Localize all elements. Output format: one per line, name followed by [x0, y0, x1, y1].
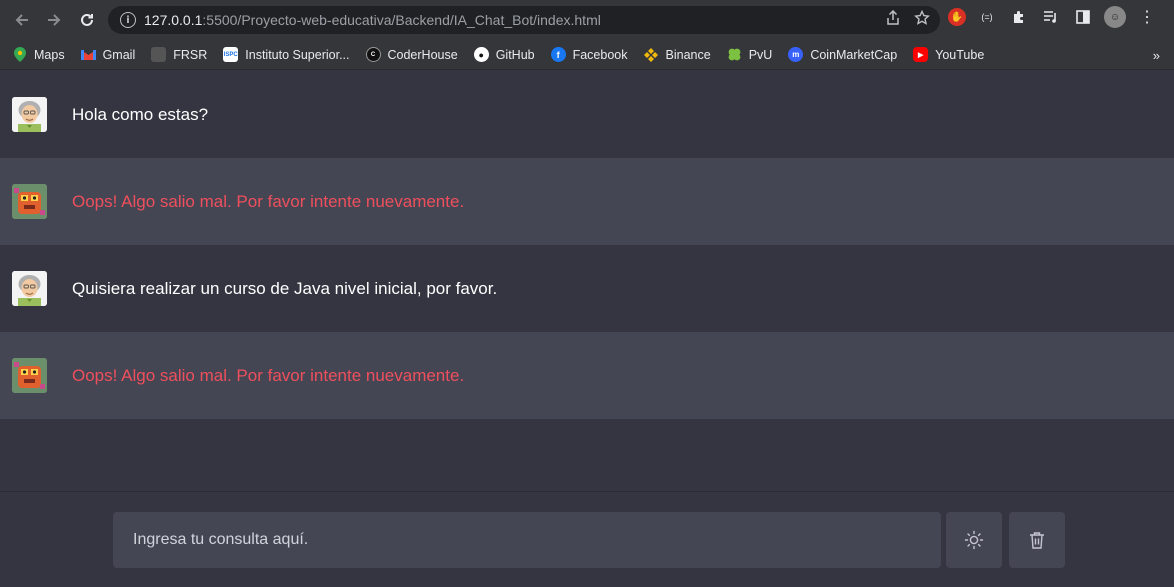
user-avatar — [12, 271, 47, 306]
bookmark-gmail[interactable]: Gmail — [80, 47, 136, 62]
bookmark-frsr[interactable]: FRSR — [151, 47, 207, 62]
bookmark-label: Facebook — [572, 47, 628, 62]
playlist-icon — [1044, 11, 1056, 23]
reload-icon — [81, 13, 93, 26]
menu-dots-icon[interactable]: ⋮ — [1136, 6, 1158, 28]
sun-icon — [964, 530, 984, 550]
bookmark-instituto[interactable]: ISPC Instituto Superior... — [223, 47, 350, 62]
profile-avatar-icon[interactable]: ☺ — [1104, 6, 1126, 28]
github-icon: ● — [473, 47, 489, 62]
maps-icon — [12, 47, 27, 62]
bot-avatar — [12, 358, 47, 393]
bot-avatar — [12, 184, 47, 219]
composer-bar — [0, 491, 1174, 587]
arrow-right-icon — [48, 14, 61, 26]
error-message-text: Oops! Algo salio mal. Por favor intente … — [72, 365, 465, 385]
url-text: 127.0.0.1:5500/Proyecto-web-educativa/Ba… — [144, 12, 601, 28]
theme-toggle-button[interactable] — [946, 512, 1002, 568]
delete-chat-button[interactable] — [1009, 512, 1065, 568]
binance-icon — [644, 47, 659, 62]
bookmark-label: CoinMarketCap — [810, 47, 898, 62]
isp-icon: ISPC — [223, 47, 239, 62]
chat-message-bot: Oops! Algo salio mal. Por favor intente … — [0, 332, 1174, 419]
query-input[interactable] — [133, 531, 941, 549]
back-button[interactable] — [8, 6, 36, 34]
bookmark-youtube[interactable]: ▶ YouTube — [913, 47, 984, 62]
bookmarks-bar: Maps Gmail FRSR ISPC Instituto Superior..… — [0, 40, 1174, 70]
coderhouse-icon: C — [365, 47, 381, 62]
facebook-icon: f — [550, 47, 566, 62]
chat-message-bot: Oops! Algo salio mal. Por favor intente … — [0, 158, 1174, 245]
sidebar-icon — [1076, 10, 1090, 24]
clover-icon — [727, 47, 742, 62]
frsr-icon — [151, 47, 167, 62]
chat-message-user: Quisiera realizar un curso de Java nivel… — [0, 245, 1174, 332]
bookmark-label: Maps — [34, 47, 65, 62]
bookmark-facebook[interactable]: f Facebook — [550, 47, 628, 62]
bookmark-binance[interactable]: Binance — [644, 47, 711, 62]
bookmark-maps[interactable]: Maps — [12, 47, 65, 62]
extensions-icon — [1014, 11, 1023, 23]
user-avatar — [12, 97, 47, 132]
bookmark-github[interactable]: ● GitHub — [473, 47, 535, 62]
bookmark-label: Gmail — [102, 47, 136, 62]
share-icon[interactable] — [886, 10, 900, 26]
extension-badge-icon[interactable]: (=) — [976, 6, 998, 28]
info-icon[interactable]: i — [120, 12, 136, 28]
forward-button[interactable] — [40, 6, 68, 34]
adblock-icon[interactable]: ✋ — [948, 8, 966, 26]
bookmark-pvu[interactable]: PvU — [727, 47, 773, 62]
bookmark-label: YouTube — [935, 47, 985, 62]
star-icon[interactable] — [914, 10, 930, 26]
address-bar[interactable]: i 127.0.0.1:5500/Proyecto-web-educativa/… — [108, 6, 940, 34]
bookmark-label: Instituto Superior... — [245, 47, 350, 62]
coinmarketcap-icon: m — [788, 47, 804, 62]
browser-toolbar: i 127.0.0.1:5500/Proyecto-web-educativa/… — [0, 0, 1174, 40]
gmail-icon — [80, 47, 96, 62]
chat-container: Hola como estas? Oops! Algo salio mal. P… — [0, 71, 1174, 491]
youtube-icon: ▶ — [913, 47, 929, 62]
more-bookmarks-icon[interactable]: » — [1153, 48, 1160, 63]
trash-icon — [1030, 532, 1044, 549]
bookmark-coderhouse[interactable]: C CoderHouse — [365, 47, 458, 62]
message-text: Hola como estas? — [72, 104, 209, 124]
bookmark-label: Binance — [665, 47, 711, 62]
message-text: Quisiera realizar un curso de Java nivel… — [72, 278, 498, 298]
chat-message-user: Hola como estas? — [0, 71, 1174, 158]
arrow-left-icon — [15, 14, 28, 26]
query-input-box[interactable] — [113, 512, 941, 568]
reload-button[interactable] — [73, 6, 101, 34]
bookmark-label: CoderHouse — [387, 47, 458, 62]
bookmark-label: GitHub — [495, 47, 535, 62]
puzzle-icon[interactable] — [1008, 6, 1030, 28]
media-control-icon[interactable] — [1040, 6, 1062, 28]
bookmark-label: PvU — [748, 47, 773, 62]
error-message-text: Oops! Algo salio mal. Por favor intente … — [72, 191, 465, 211]
side-panel-icon[interactable] — [1072, 6, 1094, 28]
bookmark-label: FRSR — [173, 47, 208, 62]
bookmark-coinmarketcap[interactable]: m CoinMarketCap — [788, 47, 897, 62]
